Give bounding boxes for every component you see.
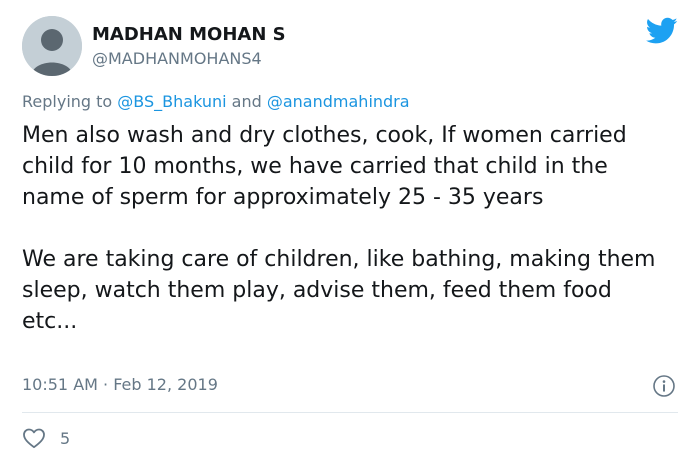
- divider: [22, 412, 678, 413]
- like-action[interactable]: 5: [22, 427, 70, 449]
- replying-to: Replying to @BS_Bhakuni and @anandmahind…: [22, 92, 410, 111]
- default-avatar-icon: [22, 16, 82, 76]
- replying-to-prefix: Replying to: [22, 92, 118, 111]
- heart-icon[interactable]: [22, 427, 46, 449]
- tweet-text: Men also wash and dry clothes, cook, If …: [22, 120, 672, 337]
- avatar[interactable]: [22, 16, 82, 76]
- mention-link-bs-bhakuni[interactable]: @BS_Bhakuni: [117, 92, 226, 111]
- tweet-timestamp[interactable]: 10:51 AM · Feb 12, 2019: [22, 375, 218, 394]
- tweet-paragraph: We are taking care of children, like bat…: [22, 247, 656, 334]
- user-handle[interactable]: @MADHANMOHANS4: [92, 49, 262, 68]
- tweet-card: MADHAN MOHAN S @MADHANMOHANS4 Replying t…: [0, 0, 700, 467]
- display-name[interactable]: MADHAN MOHAN S: [92, 24, 286, 45]
- replying-to-conjunction: and: [226, 92, 267, 111]
- like-count: 5: [60, 428, 71, 448]
- twitter-bird-icon[interactable]: [646, 17, 678, 45]
- tweet-paragraph: Men also wash and dry clothes, cook, If …: [22, 123, 627, 210]
- mention-link-anandmahindra[interactable]: @anandmahindra: [267, 92, 410, 111]
- info-icon[interactable]: [652, 374, 676, 398]
